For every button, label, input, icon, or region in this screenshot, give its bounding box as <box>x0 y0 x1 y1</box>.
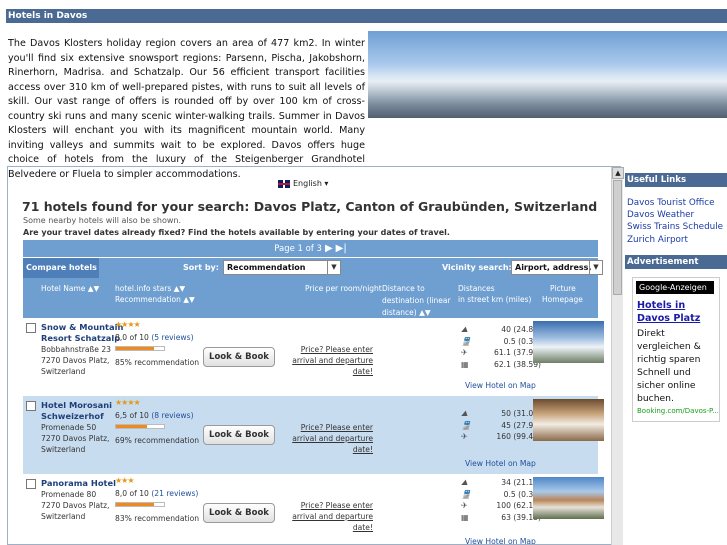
hotel-row: Snow & Mountain Resort Schatzalp Bobbahn… <box>23 318 604 396</box>
davos-panorama-image <box>368 31 727 118</box>
rating-bar <box>115 346 165 351</box>
col-homepage: Homepage <box>542 295 583 304</box>
dates-prompt[interactable]: Are your travel dates already fixed? Fin… <box>23 228 450 237</box>
compare-hotels-button[interactable]: Compare hotels <box>23 258 99 278</box>
recommendation-text: 69% recommendation <box>115 436 200 445</box>
sort-bar: Compare hotels Sort by: Recommendation ▼ … <box>23 258 603 285</box>
view-on-map-link[interactable]: View Hotel on Map <box>465 537 536 544</box>
distance-list: ⛰ 50 (31.07) 🚆 45 (27.96) ✈ 160 (99.42) <box>461 409 541 441</box>
hotel-photo[interactable] <box>533 321 604 363</box>
col-price: Price per room/night <box>305 284 382 293</box>
link-train-schedule[interactable]: Swiss Trains Schedule <box>627 221 723 233</box>
mountain-icon: ⛰ <box>461 478 468 487</box>
airplane-icon: ✈ <box>461 348 468 357</box>
review-rating: 6,5 of 10 (8 reviews) <box>115 411 194 420</box>
scroll-up-icon[interactable]: ▲ <box>612 167 624 179</box>
col-distance[interactable]: Distance to destination (linear distance… <box>382 283 454 319</box>
vicinity-select[interactable]: Airport, address, ...▼ <box>511 260 603 285</box>
sort-select[interactable]: Recommendation ▼ <box>223 260 341 275</box>
recommendation-text: 83% recommendation <box>115 514 200 523</box>
review-rating: 8,0 of 10 (5 reviews) <box>115 333 194 342</box>
view-on-map-link[interactable]: View Hotel on Map <box>465 381 536 390</box>
mountain-icon: ⛰ <box>461 325 468 334</box>
reviews-link[interactable]: (5 reviews) <box>151 333 193 342</box>
hotel-photo[interactable] <box>533 399 604 441</box>
rating-bar <box>115 502 165 507</box>
uk-flag-icon <box>278 179 290 188</box>
reviews-link[interactable]: (21 reviews) <box>151 489 198 498</box>
airplane-icon: ✈ <box>461 432 468 441</box>
vicinity-label: Vicinity search: <box>442 263 512 272</box>
intro-text: The Davos Klosters holiday region covers… <box>8 38 365 180</box>
ad-url[interactable]: Booking.com/Davos-P... <box>637 407 719 415</box>
fair-icon: ▦ <box>461 359 469 369</box>
compare-checkbox[interactable] <box>26 323 36 333</box>
link-weather[interactable]: Davos Weather <box>627 209 723 221</box>
review-rating: 8,0 of 10 (21 reviews) <box>115 489 199 498</box>
scrollbar-thumb[interactable] <box>613 180 622 295</box>
reviews-link[interactable]: (8 reviews) <box>151 411 193 420</box>
link-tourist-office[interactable]: Davos Tourist Office <box>627 197 723 209</box>
hotel-row: Hotel Morosani Schweizerhof Promenade 50… <box>23 396 604 474</box>
results-header: Hotel Name ▲▼ hotel.info stars ▲▼ Recomm… <box>23 278 598 318</box>
distance-list: ⛰ 40 (24.85) 🚆 0.5 (0.31) ✈ 61.1 (37.97) ▦ 6… <box>461 325 541 369</box>
airplane-icon: ✈ <box>461 501 468 510</box>
pagination-bar: Page 1 of 3 ▶ ▶| <box>23 240 598 257</box>
hotel-search-frame: English ▾ 71 hotels found for your searc… <box>7 166 621 545</box>
useful-links-list: Davos Tourist Office Davos Weather Swiss… <box>627 197 723 246</box>
look-and-book-button[interactable]: Look & Book <box>203 347 275 367</box>
rating-bar <box>115 424 165 429</box>
look-and-book-button[interactable]: Look & Book <box>203 503 275 523</box>
mountain-icon: ⛰ <box>461 409 468 418</box>
col-distances-sub: in street km (miles) <box>458 295 532 304</box>
train-icon: 🚆 <box>461 420 471 430</box>
view-on-map-link[interactable]: View Hotel on Map <box>465 459 536 468</box>
compare-checkbox[interactable] <box>26 401 36 411</box>
fair-icon: ▦ <box>461 512 469 522</box>
price-link[interactable]: Price? Please enter arrival and departure… <box>276 344 373 377</box>
page-title: Hotels in Davos <box>6 9 727 23</box>
train-icon: 🚆 <box>461 336 471 346</box>
star-rating-icon: ★★★★ <box>115 398 141 407</box>
distance-list: ⛰ 34 (21.13) 🚆 0.5 (0.31) ✈ 100 (62.14) ▦ 63… <box>461 478 541 522</box>
results-headline: 71 hotels found for your search: Davos P… <box>22 199 598 214</box>
star-rating-icon: ★★★★ <box>115 320 141 329</box>
nearby-note: Some nearby hotels will also be shown. <box>23 216 182 225</box>
link-zurich-airport[interactable]: Zurich Airport <box>627 234 723 246</box>
hotel-photo[interactable] <box>533 477 604 519</box>
chevron-down-icon: ▼ <box>327 261 340 274</box>
ad-text: Direkt vergleichen & richtig sparen Schn… <box>637 328 701 404</box>
sort-label: Sort by: <box>183 263 219 272</box>
last-page-icon[interactable]: ▶| <box>336 243 347 254</box>
google-ads-logo: Google-Anzeigen <box>636 281 714 294</box>
hotel-row: Panorama Hotel Promenade 80 7270 Davos Pl… <box>23 474 604 544</box>
next-page-icon[interactable]: ▶ <box>325 243 333 254</box>
chevron-down-icon: ▼ <box>589 261 602 274</box>
col-recommendation[interactable]: Recommendation ▲▼ <box>115 294 195 306</box>
star-rating-icon: ★★★ <box>115 476 134 485</box>
price-link[interactable]: Price? Please enter arrival and departure… <box>276 422 373 455</box>
frame-scrollbar[interactable]: ▲ <box>611 167 624 545</box>
advertisement-heading: Advertisement <box>625 255 727 269</box>
google-ad: Google-Anzeigen Hotels in Davos Platz Di… <box>632 277 720 422</box>
recommendation-text: 85% recommendation <box>115 358 200 367</box>
look-and-book-button[interactable]: Look & Book <box>203 425 275 445</box>
language-selector[interactable]: English ▾ <box>278 179 328 188</box>
ad-title-link[interactable]: Hotels in Davos Platz <box>637 299 721 325</box>
compare-checkbox[interactable] <box>26 479 36 489</box>
useful-links-heading: Useful Links <box>625 173 727 187</box>
train-icon: 🚆 <box>461 489 471 499</box>
price-link[interactable]: Price? Please enter arrival and departure… <box>276 500 373 533</box>
col-hotel-name[interactable]: Hotel Name ▲▼ <box>41 283 99 295</box>
